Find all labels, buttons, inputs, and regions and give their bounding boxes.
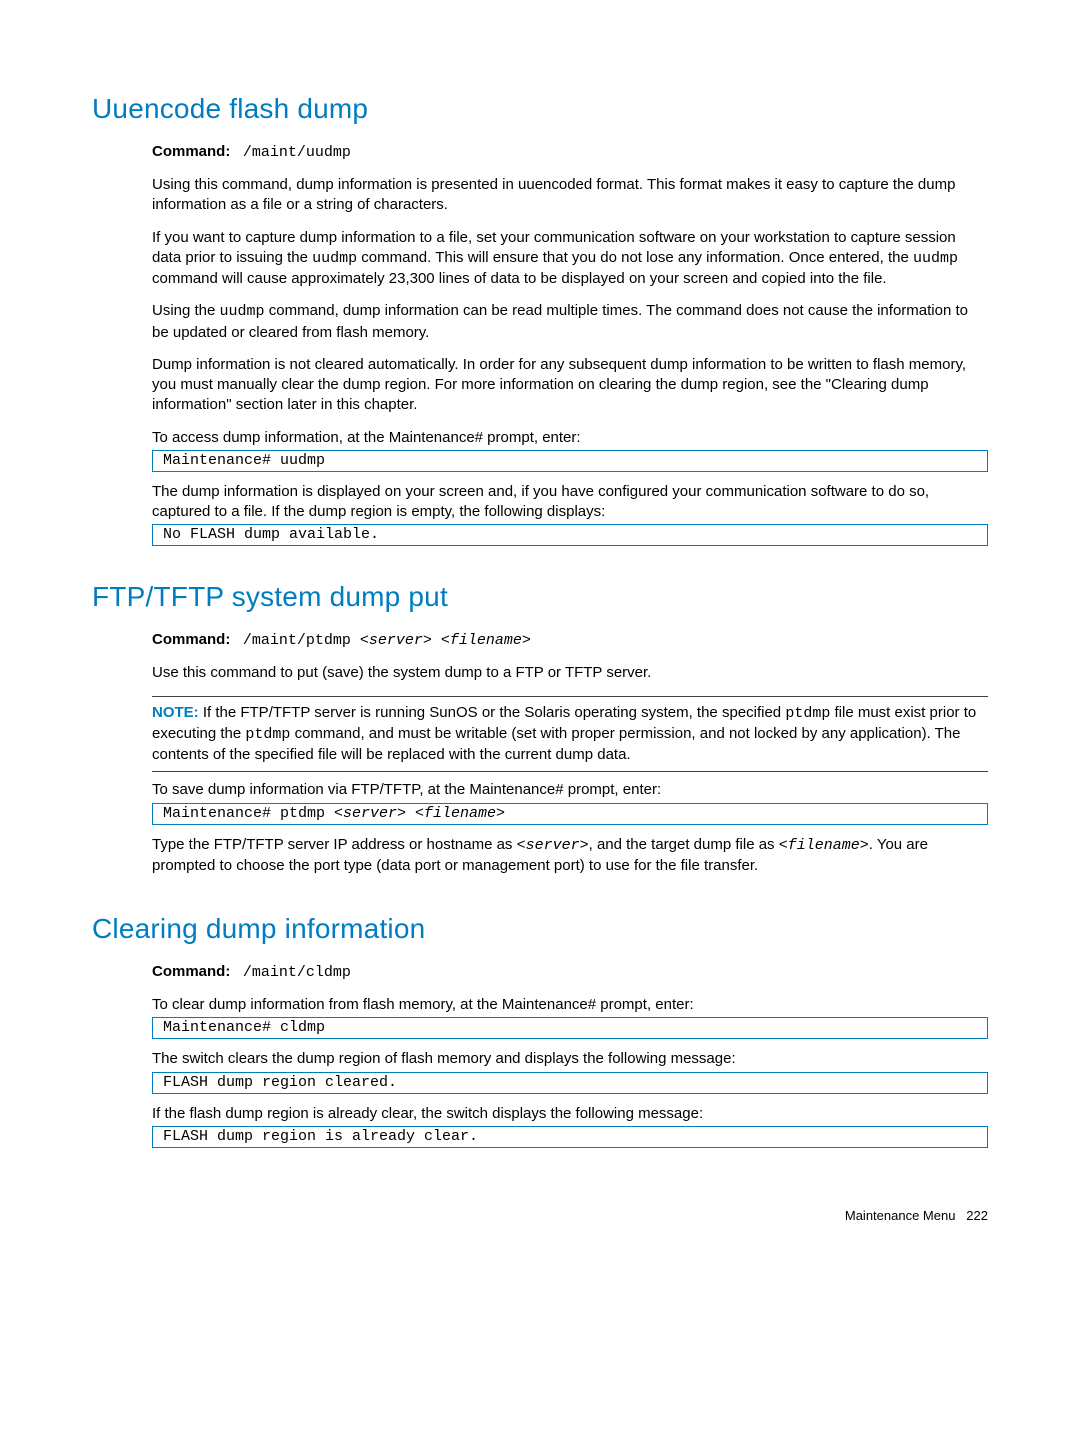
s3-p3: If the flash dump region is already clea…: [152, 1104, 988, 1124]
s1-p2-c: command will cause approximately 23,300 …: [152, 270, 887, 287]
note-code2: ptdmp: [245, 726, 290, 743]
s1-after-code1: The dump information is displayed on you…: [152, 482, 988, 523]
s2-p2: To save dump information via FTP/TFTP, a…: [152, 780, 988, 800]
page-footer: Maintenance Menu 222: [845, 1207, 988, 1225]
s1-p3-b: command, dump information can be read mu…: [152, 302, 968, 340]
heading-uuencode: Uuencode flash dump: [92, 90, 988, 128]
command-line-1: Command: /maint/uudmp: [152, 142, 988, 163]
codebox-alreadyclear: FLASH dump region is already clear.: [152, 1126, 988, 1148]
s2-p3-code2: <filename>: [779, 837, 869, 854]
section2-body: Command: /maint/ptdmp <server> <filename…: [152, 630, 988, 684]
s1-p2: If you want to capture dump information …: [152, 228, 988, 290]
note-code1: ptdmp: [785, 705, 830, 722]
s2-p3-b: , and the target dump file as: [589, 836, 779, 853]
note-label: NOTE:: [152, 704, 199, 721]
spacer: [235, 963, 239, 980]
command-value-3: /maint/cldmp: [243, 964, 351, 981]
spacer: [235, 631, 239, 648]
command-line-2: Command: /maint/ptdmp <server> <filename…: [152, 630, 988, 651]
codebox-cldmp: Maintenance# cldmp: [152, 1017, 988, 1039]
codebox-uudmp: Maintenance# uudmp: [152, 450, 988, 472]
s3-p3-wrap: If the flash dump region is already clea…: [152, 1104, 988, 1124]
heading-clearing: Clearing dump information: [92, 910, 988, 948]
note-a: If the FTP/TFTP server is running SunOS …: [199, 704, 786, 721]
command-line-3: Command: /maint/cldmp: [152, 962, 988, 983]
codebox-ptdmp: Maintenance# ptdmp <server> <filename>: [152, 803, 988, 825]
footer-page: 222: [966, 1208, 988, 1223]
codebox-noflash: No FLASH dump available.: [152, 524, 988, 546]
s1-p3-code: uudmp: [220, 303, 265, 320]
note-text: NOTE: If the FTP/TFTP server is running …: [152, 703, 988, 766]
command-label-3: Command:: [152, 963, 230, 980]
command-value: /maint/uudmp: [243, 144, 351, 161]
codebox-cleared: FLASH dump region cleared.: [152, 1072, 988, 1094]
section1-body: Command: /maint/uudmp Using this command…: [152, 142, 988, 448]
command-value-2b: <server> <filename>: [360, 632, 531, 649]
s1-p2-b: command. This will ensure that you do no…: [357, 249, 913, 266]
command-label: Command:: [152, 143, 230, 160]
s3-p2-wrap: The switch clears the dump region of fla…: [152, 1049, 988, 1069]
spacer: [235, 143, 239, 160]
footer-text: Maintenance Menu: [845, 1208, 956, 1223]
codebox-ptdmp-b: <server> <filename>: [334, 805, 505, 822]
s1-p2-code1: uudmp: [312, 250, 357, 267]
page-container: Uuencode flash dump Command: /maint/uudm…: [0, 0, 1080, 1440]
s1-p4: Dump information is not cleared automati…: [152, 355, 988, 416]
s1-p5: To access dump information, at the Maint…: [152, 428, 988, 448]
note-block: NOTE: If the FTP/TFTP server is running …: [152, 696, 988, 773]
command-value-2a: /maint/ptdmp: [243, 632, 360, 649]
codebox-ptdmp-a: Maintenance# ptdmp: [163, 805, 334, 822]
s2-p1: Use this command to put (save) the syste…: [152, 663, 988, 683]
heading-ftp: FTP/TFTP system dump put: [92, 578, 988, 616]
s1-p2-code2: uudmp: [913, 250, 958, 267]
s1-p1: Using this command, dump information is …: [152, 175, 988, 216]
s2-p3-a: Type the FTP/TFTP server IP address or h…: [152, 836, 517, 853]
s1-p6: The dump information is displayed on you…: [152, 482, 988, 523]
s3-p2: The switch clears the dump region of fla…: [152, 1049, 988, 1069]
s1-p3: Using the uudmp command, dump informatio…: [152, 301, 988, 343]
s1-p3-a: Using the: [152, 302, 220, 319]
command-label-2: Command:: [152, 631, 230, 648]
s2-after-note: To save dump information via FTP/TFTP, a…: [152, 780, 988, 800]
section3-body: Command: /maint/cldmp To clear dump info…: [152, 962, 988, 1016]
s2-p3-code1: <server>: [517, 837, 589, 854]
s2-p3: Type the FTP/TFTP server IP address or h…: [152, 835, 988, 877]
s3-p1: To clear dump information from flash mem…: [152, 995, 988, 1015]
s2-after-code: Type the FTP/TFTP server IP address or h…: [152, 835, 988, 877]
